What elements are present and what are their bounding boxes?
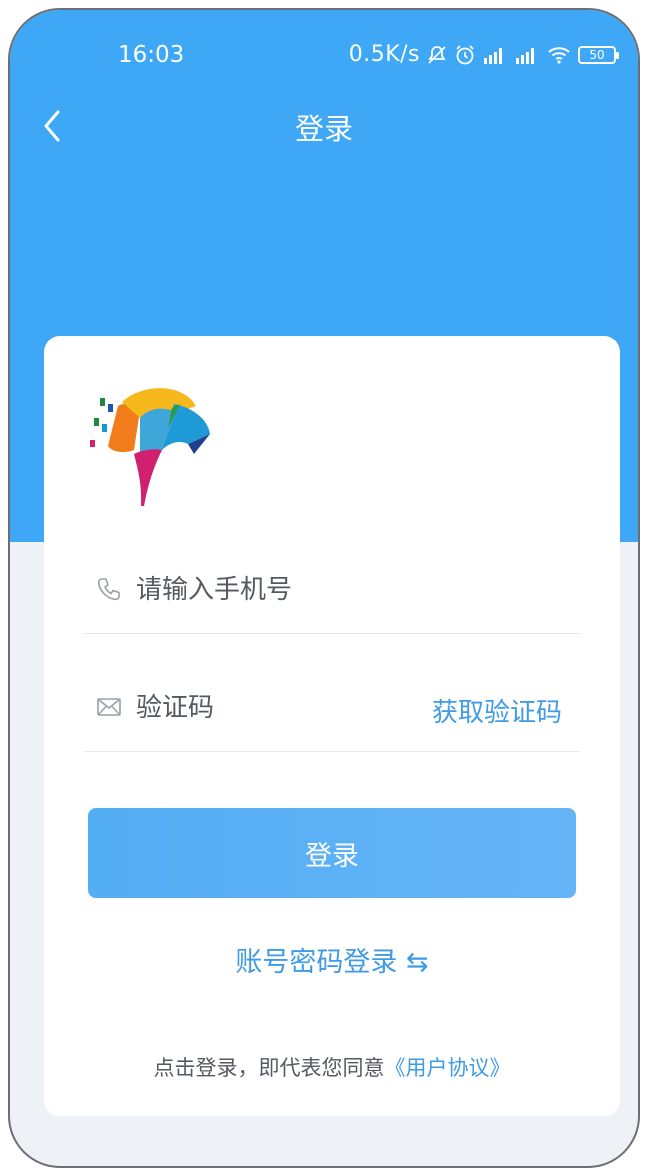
status-icons: 0.5K/s 50: [348, 42, 619, 67]
app-logo: [90, 388, 210, 506]
agreement-prefix: 点击登录，即代表您同意: [153, 1056, 385, 1080]
code-input[interactable]: [136, 690, 436, 726]
agreement-text: 点击登录，即代表您同意《用户协议》: [44, 1052, 620, 1082]
signal-icon: [484, 47, 502, 64]
battery-icon: 50: [578, 45, 619, 64]
phone-input[interactable]: [136, 572, 436, 608]
password-login-link[interactable]: 账号密码登录 ⇆: [44, 940, 620, 979]
mail-icon: [97, 698, 121, 716]
status-bar: 16:03 0.5K/s 50: [10, 40, 638, 76]
network-speed: 0.5K/s: [348, 42, 420, 67]
user-agreement-link[interactable]: 《用户协议》: [385, 1056, 511, 1080]
nav-bar: 登录: [10, 98, 638, 154]
get-code-button[interactable]: 获取验证码: [432, 692, 562, 729]
wifi-icon: [548, 46, 570, 64]
alarm-icon: [456, 44, 474, 64]
status-time: 16:03: [118, 42, 185, 68]
login-button[interactable]: 登录: [88, 808, 576, 898]
phone-icon: [97, 578, 120, 601]
login-card: 获取验证码 登录 账号密码登录 ⇆ 点击登录，即代表您同意《用户协议》: [44, 336, 620, 1116]
phone-frame: 16:03 0.5K/s 50 登录 请输入手机号 验证码 获取验证码 登录 账…: [8, 8, 640, 1168]
phone-field: [84, 516, 580, 634]
mute-icon: [428, 45, 446, 64]
code-field: 获取验证码: [84, 634, 580, 752]
page-title: 登录: [294, 112, 353, 146]
signal-icon-2: [516, 47, 534, 64]
